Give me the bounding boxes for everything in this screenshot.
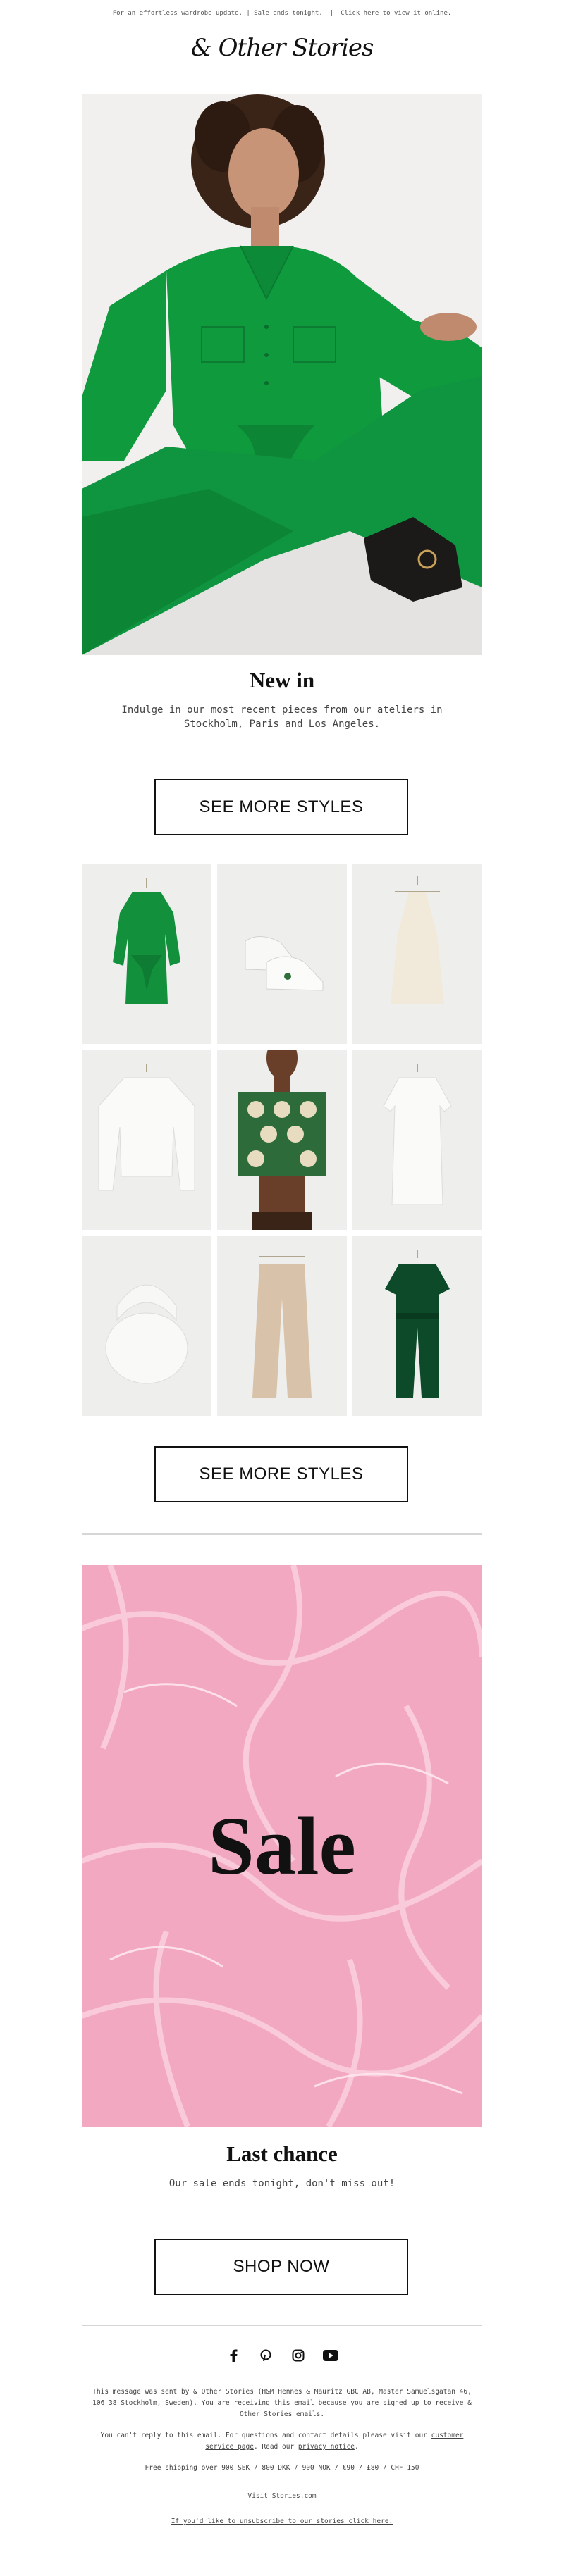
white-sneakers-image: [217, 864, 347, 1044]
footer-reply-text: You can't reply to this email. For quest…: [100, 2432, 427, 2439]
footer-reply-end: .: [354, 2443, 359, 2451]
section-divider: [82, 1533, 482, 1535]
new-in-description-line2: Stockholm, Paris and Los Angeles.: [183, 718, 381, 730]
brand-logo[interactable]: & Other Stories: [0, 34, 564, 62]
hero-image[interactable]: [82, 94, 482, 655]
sale-banner[interactable]: Sale: [82, 1565, 482, 2127]
privacy-notice-link[interactable]: privacy notice: [298, 2443, 355, 2451]
product-tile-printed-top[interactable]: [217, 1050, 347, 1230]
shop-now-button[interactable]: SHOP NOW: [154, 2239, 408, 2295]
printed-top-image: [217, 1050, 347, 1230]
preheader-separator: |: [329, 10, 334, 17]
product-tile-green-jumpsuit[interactable]: [352, 1236, 482, 1416]
footer-visit-row: Visit Stories.com: [87, 2491, 477, 2502]
product-tile-white-wrap-dress[interactable]: [352, 1050, 482, 1230]
product-tile-cream-halter-top[interactable]: [352, 864, 482, 1044]
green-dress-image: [82, 864, 212, 1044]
sale-banner-text: Sale: [208, 1799, 356, 1892]
green-jumpsuit-image: [352, 1236, 482, 1416]
footer-sender-line3: Other Stories emails.: [239, 2410, 325, 2418]
unsubscribe-link[interactable]: If you'd like to unsubscribe to our stor…: [171, 2518, 393, 2525]
last-chance-description: Our sale ends tonight, don't miss out!: [168, 2178, 396, 2189]
social-links: [0, 2348, 564, 2363]
preheader: For an effortless wardrobe update. | Sal…: [0, 6, 564, 21]
cream-halter-top-image: [352, 864, 482, 1044]
product-tile-white-bag[interactable]: [82, 1236, 212, 1416]
product-tile-beige-trousers[interactable]: [217, 1236, 347, 1416]
customer-service-link-part1[interactable]: customer: [431, 2432, 464, 2439]
hero-illustration: [82, 94, 482, 655]
new-in-description-line1: Indulge in our most recent pieces from o…: [121, 704, 443, 716]
customer-service-link-part2[interactable]: service page: [205, 2443, 254, 2451]
view-online-link[interactable]: Click here to view it online.: [341, 10, 451, 17]
preheader-message: For an effortless wardrobe update. | Sal…: [112, 10, 323, 17]
white-wrap-dress-image: [352, 1050, 482, 1230]
footer-reply-text-2: . Read our: [253, 2443, 295, 2451]
product-tile-green-dress[interactable]: [82, 864, 212, 1044]
footer-reply-info: You can't reply to this email. For quest…: [87, 2430, 477, 2453]
visit-stories-link[interactable]: Visit Stories.com: [247, 2492, 316, 2500]
white-bag-image: [82, 1236, 212, 1416]
instagram-icon[interactable]: [290, 2348, 306, 2363]
footer-shipping-info: Free shipping over 900 SEK / 800 DKK / 9…: [145, 2464, 419, 2472]
see-more-styles-button[interactable]: SEE MORE STYLES: [154, 779, 408, 835]
product-tile-white-sneakers[interactable]: [217, 864, 347, 1044]
new-in-title: New in: [249, 668, 315, 692]
facebook-icon[interactable]: [226, 2348, 241, 2363]
white-blouse-image: [82, 1050, 212, 1230]
footer-sender-info: This message was sent by & Other Stories…: [87, 2387, 477, 2420]
product-tile-white-blouse[interactable]: [82, 1050, 212, 1230]
new-in-description: Indulge in our most recent pieces from o…: [0, 703, 564, 731]
footer-sender-line1: This message was sent by & Other Stories…: [92, 2388, 472, 2396]
see-more-styles-button-bottom[interactable]: SEE MORE STYLES: [154, 1446, 408, 1502]
beige-trousers-image: [217, 1236, 347, 1416]
footer-sender-line2: 106 38 Stockholm, Sweden). You are recei…: [92, 2399, 472, 2407]
pinterest-icon[interactable]: [258, 2348, 274, 2363]
footer-unsubscribe-row: If you'd like to unsubscribe to our stor…: [87, 2516, 477, 2527]
footer-divider: [82, 2325, 482, 2326]
youtube-icon[interactable]: [323, 2348, 338, 2363]
last-chance-title: Last chance: [226, 2141, 338, 2166]
